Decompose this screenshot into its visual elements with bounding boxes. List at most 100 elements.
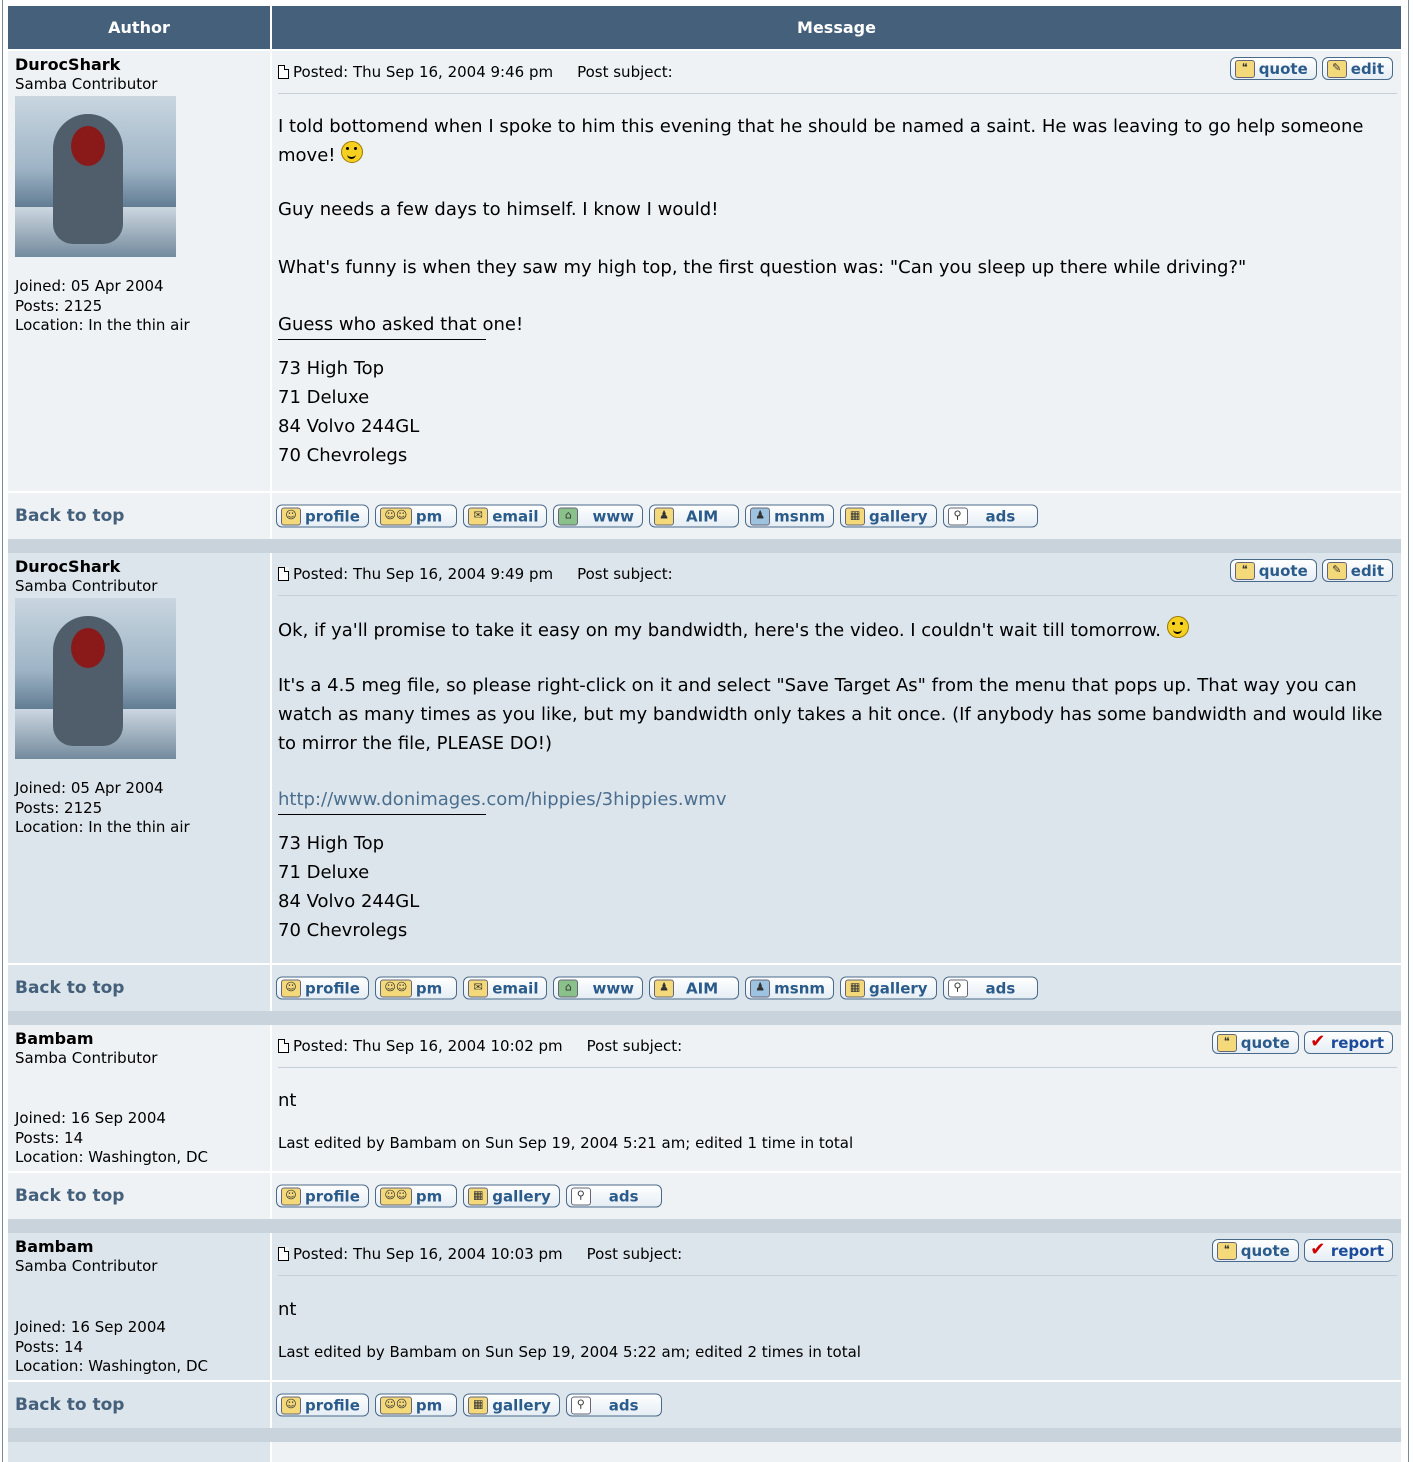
quote-icon: ❝ [1216,1241,1237,1260]
back-to-top-link[interactable]: Back to top [15,506,124,526]
back-to-top-link[interactable]: Back to top [15,1395,124,1415]
user-rank: Samba Contributor [15,1049,158,1067]
pm-button[interactable]: ☺☺ pm [374,1184,458,1208]
message-panel: Posted: Thu Sep 16, 2004 9:46 pm Post su… [272,51,1401,491]
posted-date: Posted: Thu Sep 16, 2004 9:46 pm [293,63,554,81]
gallery-button[interactable]: ▦ gallery [463,1393,560,1417]
search-icon: ⚲ [947,979,968,997]
post-separator [8,539,1401,553]
joined-date: Joined: 16 Sep 2004 [15,1109,166,1127]
profile-button[interactable]: ☺ profile [276,976,369,1000]
checkmark-icon: ✔ [1310,1238,1326,1260]
post-count: Posts: 2125 [15,296,103,315]
posted-date: Posted: Thu Sep 16, 2004 9:49 pm [293,565,554,583]
ads-button[interactable]: ⚲ ads [942,504,1039,528]
posted-date: Posted: Thu Sep 16, 2004 10:03 pm [293,1245,563,1263]
email-button[interactable]: ✉ email [463,976,548,1000]
checkmark-icon: ✔ [1310,1030,1326,1052]
posted-date: Posted: Thu Sep 16, 2004 10:02 pm [293,1037,563,1055]
user-info: Joined: 16 Sep 2004 Posts: 14 Location: … [15,1318,208,1377]
quote-button[interactable]: ❝ quote [1229,57,1317,80]
msnm-button[interactable]: ♟ msnm [745,976,835,1000]
post-count: Posts: 14 [15,1337,84,1356]
avatar [15,96,176,257]
username: Bambam [15,1029,94,1048]
ads-button[interactable]: ⚲ ads [942,976,1039,1000]
aim-button[interactable]: ♟ AIM [649,504,740,528]
author-panel: DurocShark Samba Contributor Joined: 05 … [8,553,272,963]
quote-icon: ❝ [1216,1033,1237,1052]
post-header: Posted: Thu Sep 16, 2004 9:49 pm Post su… [278,553,1397,596]
message-panel: Posted: Thu Sep 16, 2004 10:03 pm Post s… [272,1233,1401,1380]
user-rank: Samba Contributor [15,1257,158,1275]
post-header: Posted: Thu Sep 16, 2004 9:46 pm Post su… [278,51,1397,94]
www-button[interactable]: ⌂ www [553,976,644,1000]
username: Bambam [15,1237,94,1256]
contact-buttons: ☺ profile ☺☺ pm ▦ gallery ⚲ ads [276,1184,662,1208]
table-header: Author Message [8,6,1401,49]
post-count: Posts: 2125 [15,798,103,817]
post-body: I told bottomend when I spoke to him thi… [278,112,1393,470]
profile-button[interactable]: ☺ profile [276,1184,369,1208]
post-separator [8,1011,1401,1025]
author-panel: Bambam Samba Contributor Joined: 16 Sep … [8,1233,272,1380]
pm-icon: ☺☺ [379,1187,412,1205]
edited-note: Last edited by Bambam on Sun Sep 19, 200… [278,1343,861,1361]
user-rank: Samba Contributor [15,75,158,93]
quote-button[interactable]: ❝ quote [1229,559,1317,582]
user-info: Joined: 05 Apr 2004 Posts: 2125 Location… [15,779,190,838]
aim-button[interactable]: ♟ AIM [649,976,740,1000]
back-to-top-link[interactable]: Back to top [15,978,124,998]
post-icon [278,1039,289,1053]
user-location: Location: In the thin air [15,818,190,836]
edited-note: Last edited by Bambam on Sun Sep 19, 200… [278,1134,854,1152]
gallery-button[interactable]: ▦ gallery [463,1184,560,1208]
video-link[interactable]: http://www.donimages.com/hippies/3hippie… [278,789,726,810]
search-icon: ⚲ [570,1396,591,1414]
post-count: Posts: 14 [15,1128,84,1147]
pm-button[interactable]: ☺☺ pm [374,976,458,1000]
user-info: Joined: 16 Sep 2004 Posts: 14 Location: … [15,1109,208,1168]
post-separator [8,1428,1401,1442]
report-button[interactable]: ✔ report [1303,1030,1393,1054]
user-location: Location: Washington, DC [15,1148,208,1166]
profile-button[interactable]: ☺ profile [276,504,369,528]
quote-button[interactable]: ❝ quote [1211,1031,1299,1054]
joined-date: Joined: 05 Apr 2004 [15,779,164,797]
author-panel: Bambam Samba Contributor Joined: 16 Sep … [8,1025,272,1171]
msnm-button[interactable]: ♟ msnm [745,504,835,528]
signature: 73 High Top 71 Deluxe 84 Volvo 244GL 70 … [278,339,1393,470]
avatar [15,598,176,759]
post-text: nt [278,1090,297,1111]
ads-button[interactable]: ⚲ ads [565,1184,662,1208]
pm-button[interactable]: ☺☺ pm [374,1393,458,1417]
msn-icon: ♟ [750,507,771,525]
gallery-icon: ▦ [468,1396,489,1414]
pm-button[interactable]: ☺☺ pm [374,504,458,528]
quote-button[interactable]: ❝ quote [1211,1239,1299,1262]
gallery-button[interactable]: ▦ gallery [840,976,937,1000]
gallery-button[interactable]: ▦ gallery [840,504,937,528]
profile-button[interactable]: ☺ profile [276,1393,369,1417]
edit-button[interactable]: ✎ edit [1321,57,1393,80]
signature: 73 High Top 71 Deluxe 84 Volvo 244GL 70 … [278,814,1393,945]
gallery-icon: ▦ [468,1187,489,1205]
user-location: Location: Washington, DC [15,1357,208,1375]
post-separator [8,1219,1401,1233]
search-icon: ⚲ [570,1187,591,1205]
edit-button[interactable]: ✎ edit [1321,559,1393,582]
wink-smiley-icon [1166,616,1189,638]
profile-icon: ☺ [281,979,301,997]
email-button[interactable]: ✉ email [463,504,548,528]
email-icon: ✉ [468,979,489,997]
report-button[interactable]: ✔ report [1303,1238,1393,1262]
signature-divider [278,339,486,354]
edit-icon: ✎ [1326,561,1347,580]
message-column-header: Message [272,6,1401,49]
aim-icon: ♟ [654,979,675,997]
back-to-top-link[interactable]: Back to top [15,1186,124,1206]
profile-icon: ☺ [281,1396,301,1414]
www-button[interactable]: ⌂ www [553,504,644,528]
ads-button[interactable]: ⚲ ads [565,1393,662,1417]
username: DurocShark [15,557,121,576]
